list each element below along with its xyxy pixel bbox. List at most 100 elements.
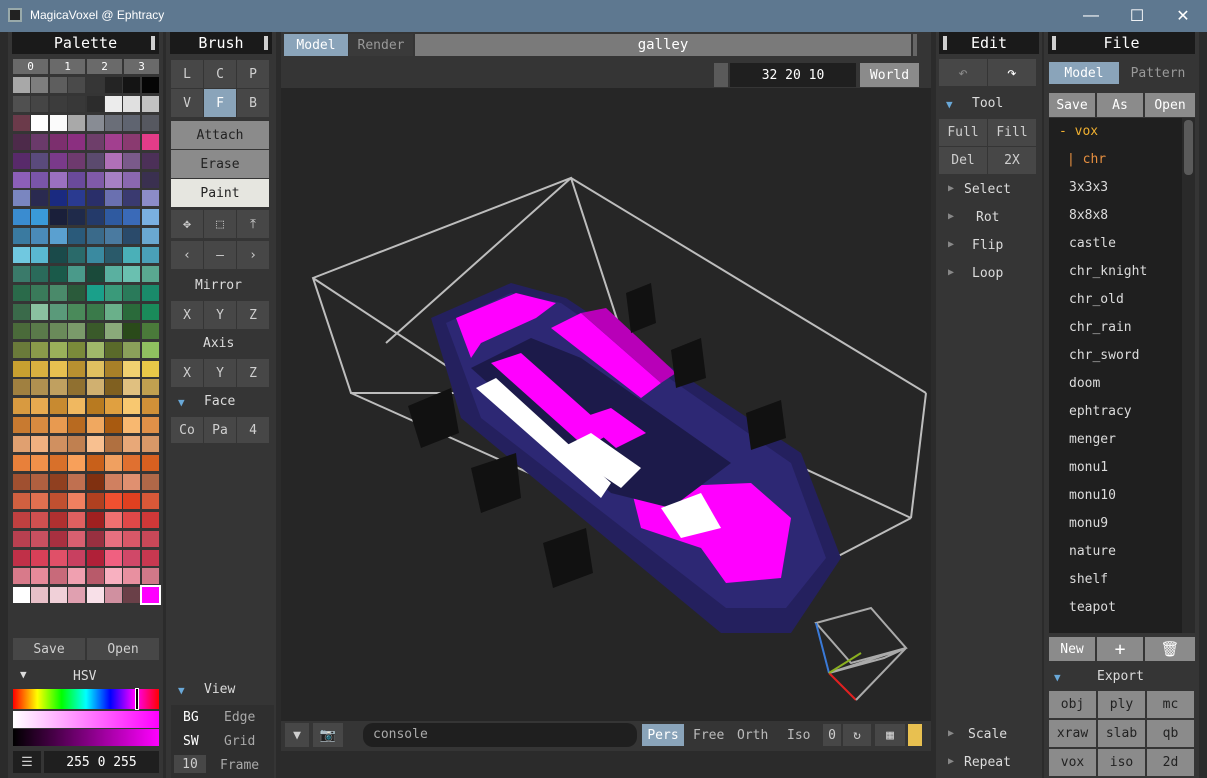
value-slider[interactable] (13, 729, 159, 746)
palette-swatch[interactable] (68, 171, 86, 188)
palette-swatch[interactable] (68, 379, 86, 396)
undo-icon[interactable]: ↶ (939, 59, 987, 86)
palette-tab[interactable]: 0 (13, 59, 48, 74)
palette-swatch[interactable] (13, 152, 30, 169)
dimensions-field[interactable]: 32 20 10 (730, 63, 856, 87)
palette-swatch[interactable] (105, 530, 122, 547)
palette-swatch[interactable] (68, 133, 86, 150)
palette-swatch[interactable] (13, 266, 30, 282)
palette-swatch[interactable] (68, 341, 86, 358)
panel-grip[interactable] (151, 36, 155, 50)
scale-item[interactable]: Scale (968, 727, 1007, 742)
palette-swatch[interactable] (141, 284, 159, 301)
axis-x-button[interactable]: X (171, 359, 203, 387)
scale-expand-icon[interactable]: ▶ (948, 728, 954, 739)
file-tab-model[interactable]: Model (1049, 62, 1119, 84)
palette-swatch[interactable] (86, 247, 104, 264)
dims-handle[interactable] (714, 63, 728, 87)
palette-swatch[interactable] (123, 549, 141, 566)
file-list-item[interactable]: castle (1059, 230, 1182, 258)
rot-expand-icon[interactable]: ▶ (948, 211, 954, 222)
palette-swatch[interactable] (49, 360, 67, 377)
palette-swatch[interactable] (13, 77, 30, 93)
orth-button[interactable]: Orth (737, 728, 768, 743)
palette-swatch[interactable] (49, 190, 67, 207)
palette-swatch[interactable] (86, 530, 104, 547)
palette-swatch[interactable] (86, 95, 104, 112)
palette-swatch[interactable] (105, 322, 122, 339)
palette-swatch[interactable] (13, 284, 30, 301)
palette-swatch[interactable] (13, 379, 30, 396)
file-list-item[interactable]: shelf (1059, 566, 1182, 594)
file-save-button[interactable]: Save (1049, 93, 1095, 117)
file-list-item[interactable]: chr_knight (1059, 258, 1182, 286)
tool-toggle-icon[interactable]: ▼ (946, 98, 953, 111)
palette-swatch[interactable] (123, 360, 141, 377)
palette-swatch[interactable] (31, 133, 49, 150)
palette-swatch[interactable] (31, 587, 49, 604)
palette-swatch[interactable] (31, 530, 49, 547)
brush-center-button[interactable]: C (204, 60, 236, 88)
grid-button[interactable]: Grid (224, 734, 255, 749)
palette-swatch[interactable] (105, 114, 122, 131)
palette-swatch[interactable] (105, 190, 122, 207)
brush-box-button[interactable]: B (237, 89, 269, 117)
palette-swatch[interactable] (141, 492, 159, 509)
palette-swatch[interactable] (13, 455, 30, 471)
palette-swatch[interactable] (86, 417, 104, 434)
palette-swatch[interactable] (141, 114, 159, 131)
palette-swatch[interactable] (123, 209, 141, 226)
palette-swatch[interactable] (123, 473, 141, 490)
palette-swatch[interactable] (105, 152, 122, 169)
export-2d-button[interactable]: 2d (1147, 749, 1194, 776)
palette-swatch[interactable] (123, 511, 141, 528)
palette-swatch[interactable] (141, 209, 159, 226)
hsv-value-field[interactable]: 255 0 255 (44, 751, 159, 773)
palette-swatch[interactable] (105, 549, 122, 566)
palette-swatch[interactable] (141, 455, 159, 471)
palette-swatch[interactable] (141, 266, 159, 282)
palette-swatch[interactable] (86, 77, 104, 93)
palette-swatch[interactable] (68, 473, 86, 490)
palette-swatch[interactable] (68, 455, 86, 471)
palette-swatch[interactable] (31, 266, 49, 282)
palette-swatch[interactable] (49, 492, 67, 509)
palette-swatch[interactable] (141, 473, 159, 490)
palette-swatch[interactable] (141, 247, 159, 264)
palette-tab[interactable]: 2 (87, 59, 122, 74)
palette-swatch[interactable] (68, 190, 86, 207)
palette-swatch[interactable] (31, 152, 49, 169)
palette-swatch[interactable] (105, 417, 122, 434)
flip-expand-icon[interactable]: ▶ (948, 239, 954, 250)
file-list-item[interactable]: doom (1059, 370, 1182, 398)
palette-swatch[interactable] (141, 152, 159, 169)
trash-icon[interactable]: 🗑 (1145, 637, 1195, 661)
palette-swatch[interactable] (141, 549, 159, 566)
chevron-down-icon[interactable]: ▼ (285, 723, 309, 747)
palette-swatch[interactable] (49, 341, 67, 358)
palette-swatch[interactable] (123, 171, 141, 188)
palette-swatch[interactable] (31, 77, 49, 93)
export-obj-button[interactable]: obj (1049, 691, 1096, 718)
file-scroll-thumb[interactable] (1184, 120, 1193, 175)
hue-handle[interactable] (135, 688, 139, 710)
palette-swatch[interactable] (105, 492, 122, 509)
maximize-button[interactable]: ☐ (1114, 0, 1160, 32)
palette-swatch[interactable] (86, 133, 104, 150)
palette-swatch[interactable] (86, 360, 104, 377)
palette-swatch[interactable] (13, 417, 30, 434)
palette-swatch[interactable] (86, 492, 104, 509)
palette-swatch[interactable] (123, 228, 141, 245)
palette-swatch[interactable] (49, 455, 67, 471)
delete-button[interactable]: Del (939, 147, 987, 174)
layout-icon[interactable]: ▦ (875, 724, 905, 746)
palette-swatch[interactable] (105, 247, 122, 264)
palette-swatch[interactable] (13, 322, 30, 339)
file-list-item[interactable]: menger (1059, 426, 1182, 454)
face-count-button[interactable]: 4 (237, 417, 269, 443)
saturation-slider[interactable] (13, 711, 159, 728)
palette-swatch[interactable] (31, 247, 49, 264)
palette-swatch[interactable] (141, 303, 159, 320)
palette-swatch[interactable] (86, 284, 104, 301)
palette-open-button[interactable]: Open (87, 638, 159, 660)
